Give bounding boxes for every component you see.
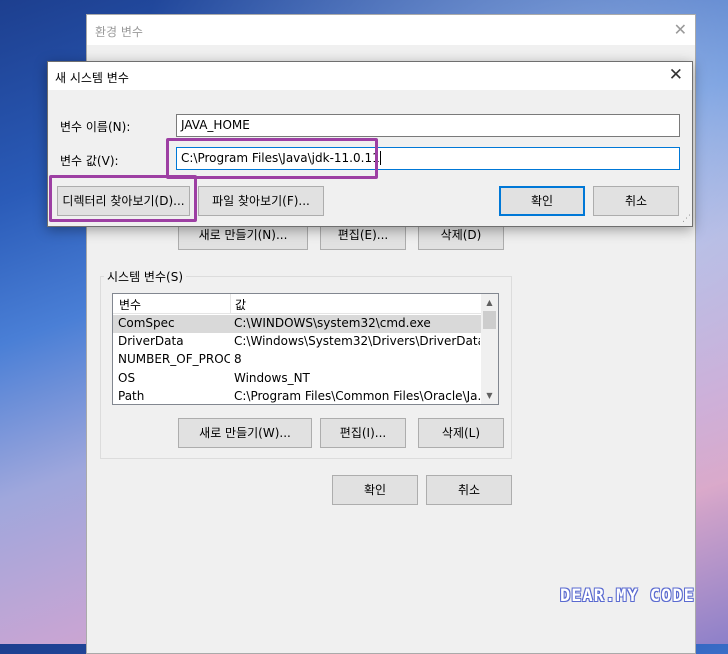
table-row[interactable]: ComSpec C:\WINDOWS\system32\cmd.exe <box>113 315 481 333</box>
table-row[interactable]: NUMBER_OF_PROC... 8 <box>113 351 481 369</box>
list-scrollbar[interactable]: ▲ ▼ <box>481 294 498 404</box>
variable-name-label: 변수 이름(N): <box>60 120 131 134</box>
env-titlebar: 환경 변수 ✕ <box>87 15 695 45</box>
variable-value-label: 변수 값(V): <box>60 154 119 168</box>
row-name: OS <box>118 371 136 385</box>
row-name: NUMBER_OF_PROC... <box>118 352 230 366</box>
row-name: Path <box>118 389 145 403</box>
env-window-title: 환경 변수 <box>95 25 143 39</box>
system-new-button[interactable]: 새로 만들기(W)... <box>178 418 312 448</box>
row-value: C:\Program Files\Common Files\Oracle\Ja.… <box>234 389 480 403</box>
dialog-title: 새 시스템 변수 <box>55 71 129 85</box>
row-value: 8 <box>234 352 242 366</box>
dialog-cancel-button[interactable]: 취소 <box>593 186 679 216</box>
variable-name-input[interactable]: JAVA_HOME <box>176 114 680 137</box>
dialog-titlebar: 새 시스템 변수 ✕ <box>48 62 692 90</box>
dialog-ok-button[interactable]: 확인 <box>499 186 585 216</box>
system-edit-button[interactable]: 편집(I)... <box>320 418 406 448</box>
system-delete-button[interactable]: 삭제(L) <box>418 418 504 448</box>
system-variables-label: 시스템 변수(S) <box>104 268 186 285</box>
system-variables-list[interactable]: 변수 값 ComSpec C:\WINDOWS\system32\cmd.exe… <box>112 293 499 405</box>
table-row[interactable]: Path C:\Program Files\Common Files\Oracl… <box>113 388 481 404</box>
value-highlight-box <box>166 138 378 179</box>
scroll-up-arrow-icon[interactable]: ▲ <box>481 294 498 311</box>
column-header-name[interactable]: 변수 <box>119 296 141 313</box>
column-divider[interactable] <box>230 294 231 314</box>
resize-grip-icon[interactable]: ⋰ <box>682 214 691 224</box>
row-value: Windows_NT <box>234 371 310 385</box>
table-row[interactable]: OS Windows_NT <box>113 370 481 388</box>
table-row[interactable]: DriverData C:\Windows\System32\Drivers\D… <box>113 333 481 351</box>
browse-directory-highlight-box <box>49 175 197 222</box>
env-ok-button[interactable]: 확인 <box>332 475 418 505</box>
row-value: C:\WINDOWS\system32\cmd.exe <box>234 316 431 330</box>
dialog-close-icon[interactable]: ✕ <box>669 65 683 85</box>
list-header: 변수 값 <box>113 294 498 314</box>
new-system-variable-dialog: 새 시스템 변수 ✕ 변수 이름(N): JAVA_HOME 변수 값(V): … <box>47 61 693 227</box>
scroll-down-arrow-icon[interactable]: ▼ <box>481 387 498 404</box>
browse-file-button[interactable]: 파일 찾아보기(F)... <box>198 186 324 216</box>
row-name: ComSpec <box>118 316 175 330</box>
env-cancel-button[interactable]: 취소 <box>426 475 512 505</box>
row-value: C:\Windows\System32\Drivers\DriverData <box>234 334 480 348</box>
watermark-logo: DEAR.MY CODE <box>560 586 695 606</box>
env-close-icon[interactable]: ✕ <box>674 20 687 39</box>
text-caret <box>379 151 381 165</box>
column-header-value[interactable]: 값 <box>235 296 246 313</box>
scroll-thumb[interactable] <box>483 311 496 329</box>
row-name: DriverData <box>118 334 184 348</box>
